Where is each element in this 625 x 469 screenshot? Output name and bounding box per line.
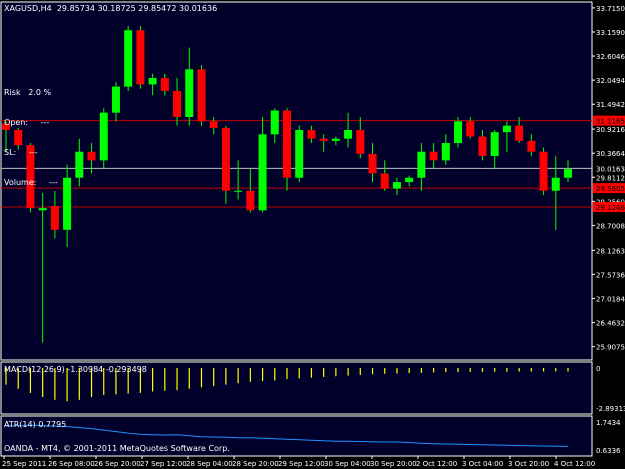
time-tick-label: 30 Sep 04:00 [324,460,371,468]
time-tick-label: 27 Sep 12:00 [140,460,187,468]
time-tick-label: 3 Oct 04:00 [462,460,503,468]
bear-candle [221,127,230,191]
bull-candle [331,138,340,141]
price-tick-label: 30.3664 [596,150,625,158]
price-tick-label: 27.5736 [596,271,625,279]
price-tick-label: 32.0494 [596,77,625,85]
price-tick-label: 33.1590 [596,29,625,37]
risk-panel: Risk 2.0 % Open: --- SL: --- Volume: --- [4,68,58,198]
bull-candle [148,77,157,85]
trading-chart[interactable]: 33.7150 33.1590 32.6046 32.0494 31.4942 30.92… [0,0,625,469]
price-tick-label: 30.9216 [596,126,625,134]
bull-candle [441,143,450,161]
bear-candle [209,121,218,128]
bull-candle [502,125,511,133]
bull-candle [63,177,72,230]
bear-candle [356,130,365,154]
price-tick-label: 28.7008 [596,222,625,230]
bull-candle [564,169,572,178]
open-line: Open: --- [4,118,50,127]
price-label: 30.0163 [596,165,625,173]
atr-tick-label: 1.7434 [596,419,621,427]
risk-line: Risk 2.0 % [4,88,52,97]
price-tick-label: 31.4942 [596,101,625,109]
bull-candle [454,121,463,144]
time-tick-label: 2 Oct 12:00 [416,460,457,468]
macd-label: MACD(12,26,9) -1.30984 -0.293498 [4,365,147,374]
bull-candle [417,151,426,178]
bull-candle [295,130,304,178]
bear-candle [87,151,96,161]
time-tick-label: 28 Sep 04:00 [186,460,233,468]
bull-candle [111,86,120,113]
bear-candle [197,69,206,122]
bull-candle [344,130,353,139]
bear-candle [515,125,524,141]
bull-candle [75,151,84,178]
price-tick-label: 26.4632 [596,320,625,328]
volume-line: Volume: --- [4,178,58,187]
bear-candle [173,90,182,117]
bear-candle [539,151,548,191]
bear-candle [380,173,389,189]
bull-candle [258,134,267,211]
price-tick-label: 25.9075 [596,344,625,352]
time-tick-label: 30 Sep 20:00 [370,460,417,468]
bull-candle [490,132,499,157]
bear-candle [466,121,475,137]
time-tick-label: 28 Sep 20:00 [232,460,279,468]
main-plot-area[interactable] [0,1,593,361]
macd-tick-label: -2.89313 [596,405,625,413]
bear-candle [50,205,59,230]
price-label: 31.1165 [596,118,625,126]
bear-candle [429,151,438,161]
bear-candle [368,153,377,174]
price-tick-label: 28.1263 [596,247,625,255]
bull-candle [270,110,279,135]
time-tick-label: 3 Oct 20:00 [508,460,549,468]
atr-tick-label: 0.6336 [596,447,621,455]
price-tick-label: 32.6046 [596,53,625,61]
bull-candle [124,30,133,87]
bear-candle [246,190,255,211]
time-tick-label: 26 Sep 08:00 [48,460,95,468]
time-tick-label: 4 Oct 12:00 [554,460,595,468]
time-tick-label: 26 Sep 20:00 [94,460,141,468]
bear-candle [527,140,536,152]
copyright-text: OANDA - MT4, © 2001-2011 MetaQuotes Soft… [4,444,230,453]
price-label: 29.1246 [596,204,625,212]
bear-candle [307,130,316,139]
atr-label: ATR(14) 0.7795 [4,420,67,429]
bear-candle [319,138,328,141]
sl-line: SL: --- [4,148,38,157]
bull-candle [185,69,194,117]
price-tick-label: 29.8112 [596,174,625,182]
bull-candle [99,112,108,161]
price-tick-label: 33.7150 [596,5,625,13]
bear-candle [160,77,169,91]
time-tick-label: 25 Sep 2011 [2,460,46,468]
bull-candle [392,182,401,189]
bear-candle [136,30,145,85]
bull-candle [234,190,243,192]
price-tick-label: 27.0184 [596,295,625,303]
chart-title: XAGUSD,H4 29.85734 30.18725 29.85472 30.… [4,4,218,13]
bull-candle [551,177,560,191]
bull-candle [38,208,47,211]
macd-tick-label: 0 [596,365,600,373]
bear-candle [283,110,291,178]
bull-candle [405,177,414,183]
time-tick-label: 29 Sep 12:00 [278,460,325,468]
price-label: 29.5605 [596,185,625,193]
bear-candle [478,136,487,157]
